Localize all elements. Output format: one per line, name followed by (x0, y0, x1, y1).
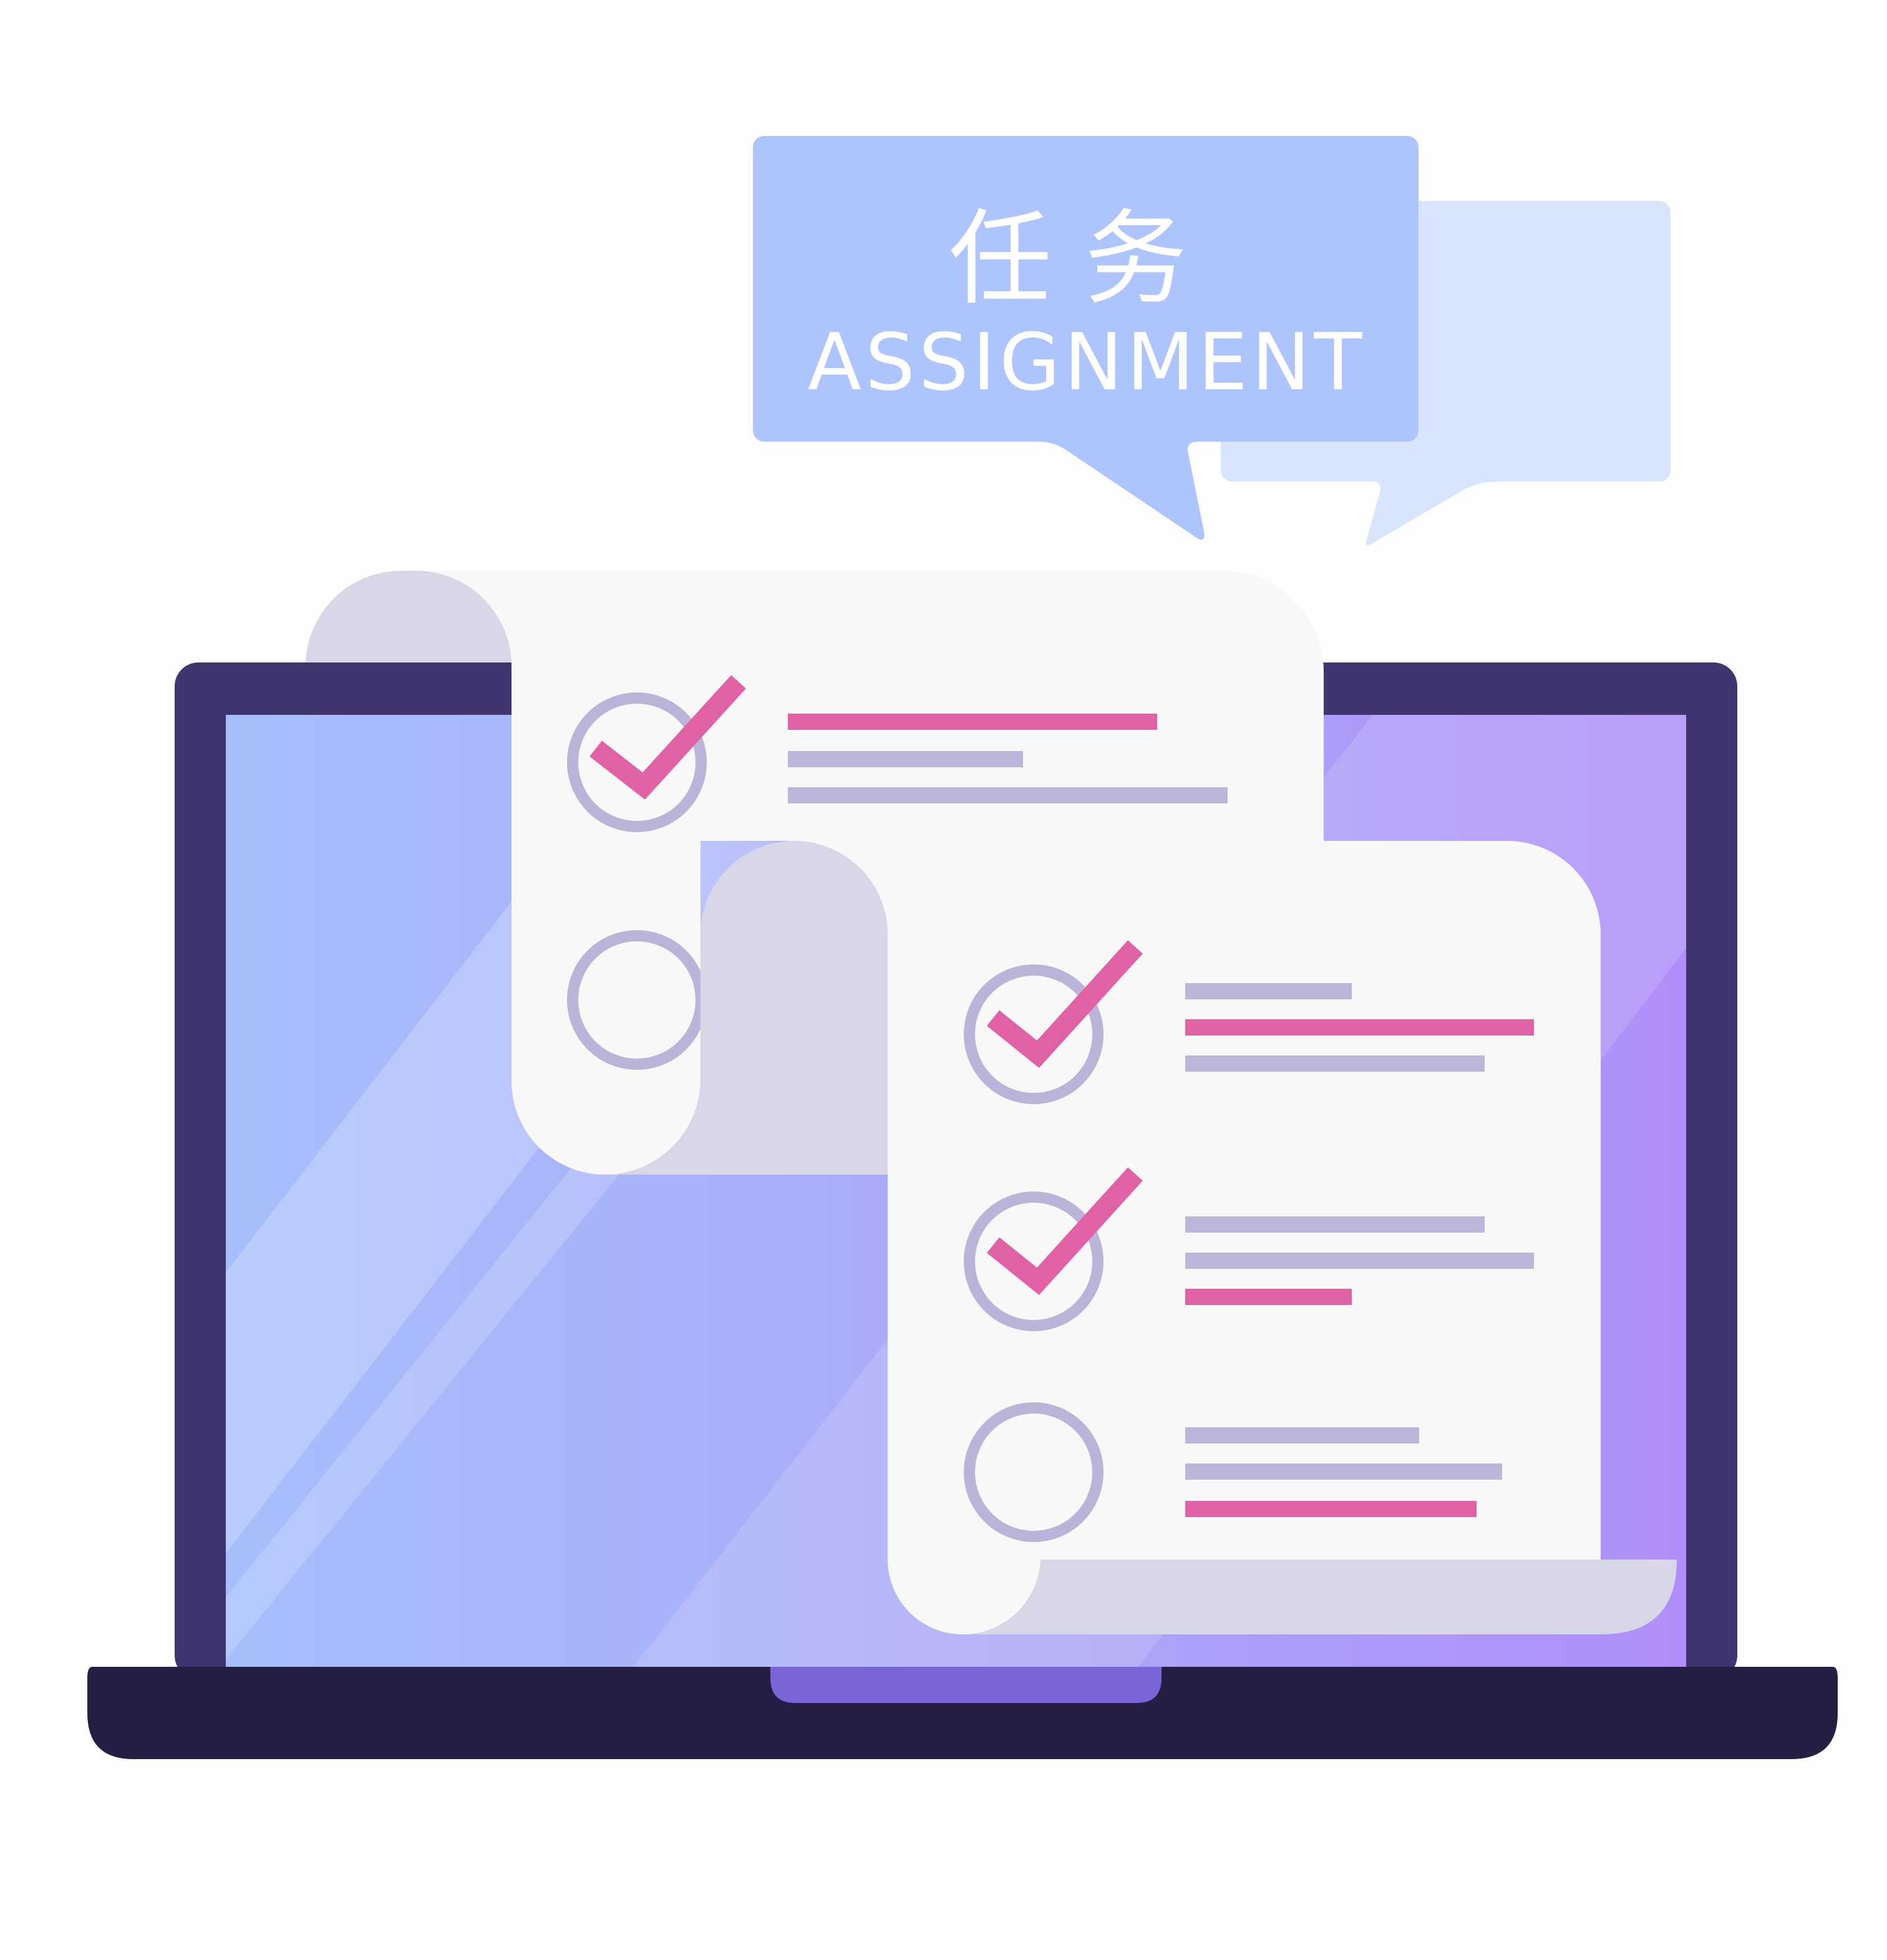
text-line (1185, 1501, 1477, 1517)
text-line (788, 751, 1023, 767)
text-line (1185, 1289, 1352, 1305)
text-line (1185, 1055, 1485, 1072)
text-line (1185, 1019, 1534, 1036)
laptop-notch (770, 1667, 1162, 1703)
text-line (788, 714, 1157, 730)
text-line (1185, 1463, 1502, 1480)
assignment-illustration: 任 务 ASSIGNMENT (87, 136, 1838, 1759)
text-line (1185, 1216, 1485, 1233)
paper-front-curl-bottom (963, 1560, 1677, 1634)
text-line (788, 787, 1228, 803)
text-line (1185, 983, 1352, 999)
bubble-title-cn: 任 务 (949, 199, 1187, 319)
text-line (1185, 1253, 1534, 1269)
text-line (1185, 1427, 1419, 1443)
bubble-title-en: ASSIGNMENT (808, 316, 1366, 408)
